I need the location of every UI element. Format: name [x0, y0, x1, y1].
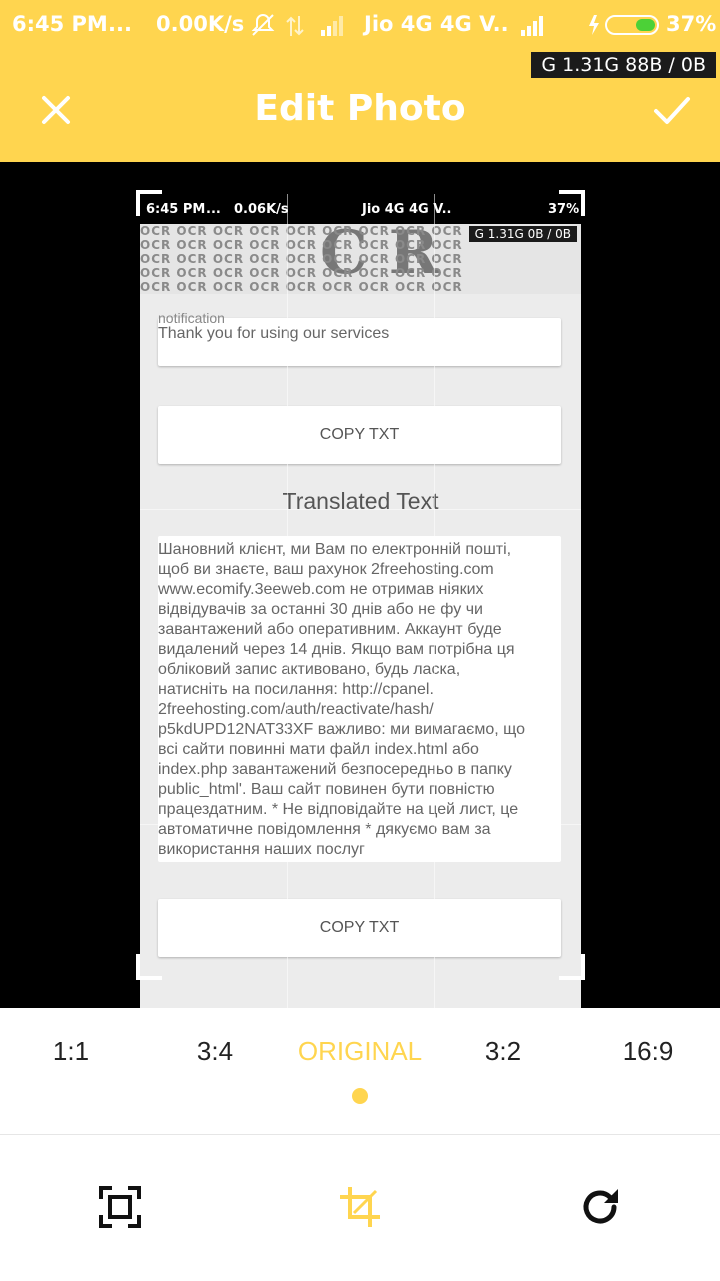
bottom-toolbar	[0, 1134, 720, 1281]
translated-text-box: Шановний клієнт, ми Вам по електронній п…	[158, 536, 561, 862]
source-text: Thank you for using our services	[158, 325, 390, 342]
photo-network-badge: G 1.31G 0B / 0B	[468, 226, 577, 242]
check-icon	[654, 97, 690, 124]
crop-handle-top-left[interactable]	[136, 190, 162, 216]
crop-grid-line	[140, 824, 581, 825]
selected-ratio-indicator	[352, 1088, 368, 1104]
translated-line: відвідувачів за останні 30 днів або не ф…	[158, 601, 483, 618]
translated-line: видалений через 14 днів. Якщо вам потріб…	[158, 641, 515, 658]
fit-frame-icon	[99, 1186, 141, 1228]
status-dots: ...	[108, 12, 132, 36]
ocr-word-row: OCR OCR OCR OCR OCR OCR OCR OCR OCR	[140, 238, 463, 252]
translated-line: завантажений або оперативним. Аккаунт бу…	[158, 621, 502, 638]
translated-line: public_html'. Ваш сайт повинен бути повн…	[158, 781, 495, 798]
crop-grid-line	[140, 509, 581, 510]
rotate-button[interactable]	[578, 1185, 622, 1229]
signal-icon-2	[520, 14, 548, 40]
translated-line: натисніть на посилання: http://cpanel.	[158, 681, 434, 698]
ocr-word-row: OCR OCR OCR OCR OCR OCR OCR OCR OCR	[140, 266, 463, 280]
battery-icon	[588, 12, 662, 42]
copy-button-label: COPY TXT	[319, 426, 400, 443]
data-arrows-icon	[286, 14, 304, 42]
ratio-3-2[interactable]: 3:2	[485, 1036, 521, 1067]
mute-icon	[250, 12, 276, 42]
copy-button-label: COPY TXT	[319, 919, 400, 936]
aspect-ratio-bar: 1:1 3:4 ORIGINAL 3:2 16:9	[0, 1008, 720, 1134]
crop-grid-line	[434, 194, 435, 1140]
fit-button[interactable]	[98, 1185, 142, 1229]
ocr-word-row: OCR OCR OCR OCR OCR OCR OCR OCR OCR	[140, 280, 463, 294]
signal-icon	[320, 14, 346, 40]
confirm-button[interactable]	[650, 88, 694, 132]
page-title: Edit Photo	[254, 88, 466, 129]
status-battery: 37%	[666, 12, 717, 36]
crop-grid-line	[287, 194, 288, 1140]
ratio-16-9[interactable]: 16:9	[623, 1036, 674, 1067]
crop-handle-bottom-right[interactable]	[559, 954, 585, 980]
crop-handle-bottom-left[interactable]	[136, 954, 162, 980]
ratio-1-1[interactable]: 1:1	[53, 1036, 89, 1067]
translated-line: 2freehosting.com/auth/reactivate/hash/	[158, 701, 434, 718]
crop-handle-top-right[interactable]	[559, 190, 585, 216]
translated-text: Шановний клієнт, ми Вам по електронній п…	[158, 540, 561, 860]
ocr-word-row: OCR OCR OCR OCR OCR OCR OCR OCR OCR	[140, 224, 463, 238]
crop-icon	[340, 1187, 380, 1227]
translated-line: обліковий запис активовано, будь ласка,	[158, 661, 461, 678]
translated-line: працездатним. * Не відповідайте на цей л…	[158, 801, 519, 818]
ocr-word-row: OCR OCR OCR OCR OCR OCR OCR OCR OCR	[140, 252, 463, 266]
photo-preview[interactable]: 6:45 PM ... 0.06K/s Jio 4G 4G V.. 37% C …	[140, 194, 581, 1140]
translated-line: автоматичне повідомлення * дякуємо вам з…	[158, 821, 491, 838]
status-speed: 0.00K/s	[156, 12, 245, 36]
translated-line: www.ecomify.3eeweb.com не отримав ніяких	[158, 581, 484, 598]
copy-button-2[interactable]: COPY TXT	[158, 899, 561, 957]
translated-line: всі сайти повинні мати файл index.html а…	[158, 741, 479, 758]
photo-status-carrier: Jio 4G 4G V..	[362, 202, 452, 217]
status-bar: 6:45 PM ... 0.00K/s Jio 4G 4G V.. 37%	[0, 0, 720, 52]
translated-line: використання наших послуг	[158, 841, 365, 858]
photo-status-speed: 0.06K/s	[234, 202, 289, 217]
translated-line: index.php завантажений безпосередньо в п…	[158, 761, 512, 778]
source-text-box: notification Thank you for using our ser…	[158, 310, 561, 366]
ratio-3-4[interactable]: 3:4	[197, 1036, 233, 1067]
status-time: 6:45 PM	[12, 12, 108, 36]
rotate-icon	[583, 1189, 618, 1224]
network-speed-badge: G 1.31G 88B / 0B	[531, 52, 716, 78]
status-carrier: Jio 4G 4G V..	[364, 12, 509, 36]
photo-status-dots: ...	[206, 202, 221, 217]
copy-button-1[interactable]: COPY TXT	[158, 406, 561, 464]
photo-status-bar: 6:45 PM ... 0.06K/s Jio 4G 4G V.. 37%	[140, 194, 581, 224]
ratio-original[interactable]: ORIGINAL	[298, 1036, 422, 1067]
translated-line: Шановний клієнт, ми Вам по електронній п…	[158, 541, 512, 558]
translated-line: p5kdUPD12NAT33XF важливо: ми вимагаємо, …	[158, 721, 526, 738]
translated-title: Translated Text	[282, 488, 439, 514]
crop-button[interactable]	[338, 1185, 382, 1229]
translated-line: щоб ви знаєте, ваш рахунок 2freehosting.…	[158, 561, 494, 578]
photo-canvas[interactable]: 6:45 PM ... 0.06K/s Jio 4G 4G V.. 37% C …	[0, 162, 720, 1140]
